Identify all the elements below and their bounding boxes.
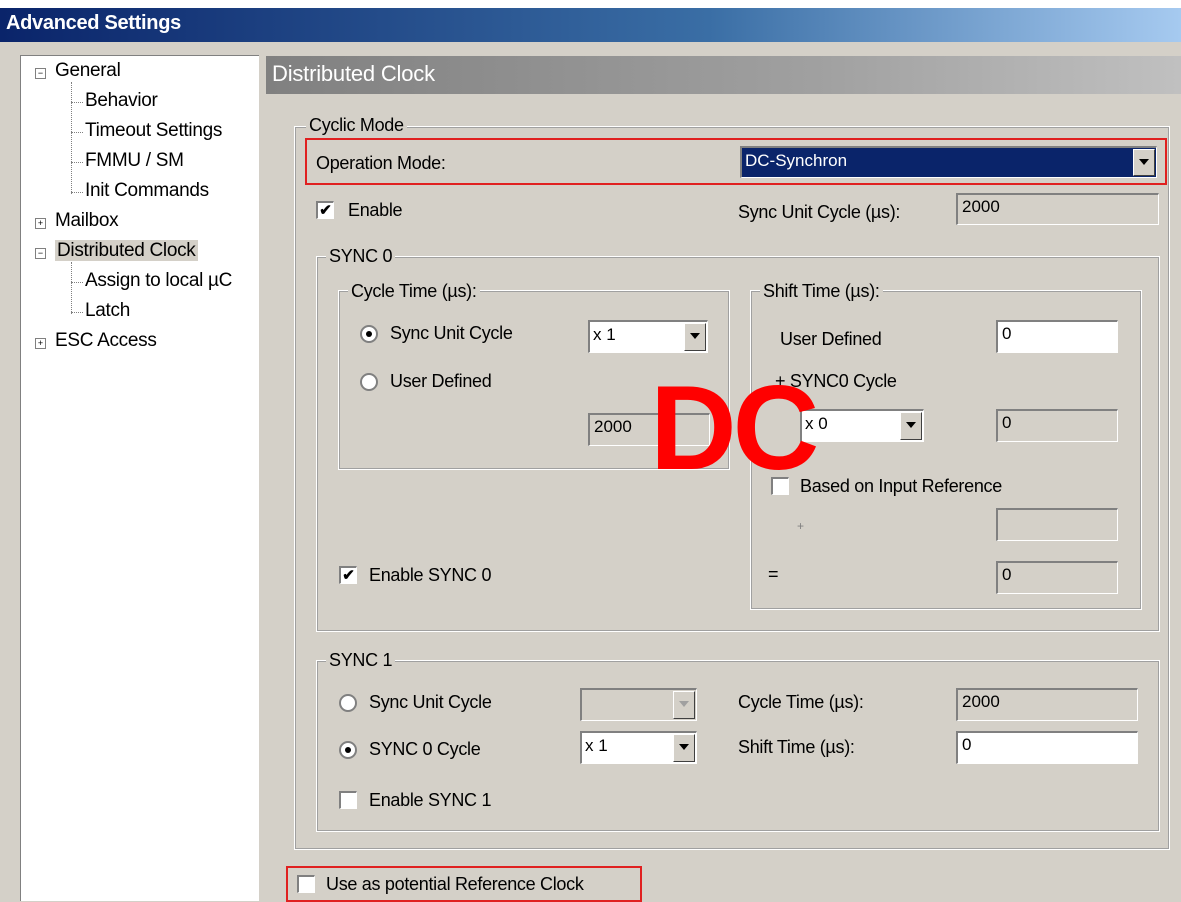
- chevron-down-icon[interactable]: [900, 412, 922, 440]
- sync1-multiplier-value: x 1: [585, 736, 608, 755]
- sync1-shift-time-label: Shift Time (µs):: [738, 737, 855, 757]
- tree-connector: [71, 102, 83, 103]
- sync1-shift-time-field[interactable]: 0: [956, 731, 1138, 764]
- sync1-sync-unit-radio[interactable]: [339, 694, 357, 712]
- expand-icon[interactable]: +: [35, 338, 46, 349]
- based-on-input-label: Based on Input Reference: [800, 476, 1002, 496]
- sync1-sync-unit-select: [580, 688, 697, 721]
- operation-mode-select[interactable]: DC-Synchron: [740, 146, 1157, 178]
- sync0-sync-unit-radio[interactable]: [360, 325, 378, 343]
- expand-icon[interactable]: +: [35, 218, 46, 229]
- operation-mode-label: Operation Mode:: [316, 153, 446, 173]
- tree-connector: [71, 262, 72, 314]
- chevron-down-icon[interactable]: [673, 734, 695, 762]
- panel-header: Distributed Clock: [266, 56, 1181, 94]
- equals-sign: =: [768, 564, 779, 584]
- cyclic-mode-label: Cyclic Mode: [306, 115, 407, 136]
- total-shift-field: 0: [996, 561, 1118, 594]
- tree-connector: [71, 82, 72, 194]
- tree-item-esc-access[interactable]: ESC Access: [55, 330, 157, 352]
- title-bar: Advanced Settings: [0, 8, 1181, 42]
- chevron-down-icon[interactable]: [684, 323, 706, 351]
- sync0-user-defined-radio[interactable]: [360, 373, 378, 391]
- sync1-multiplier-select[interactable]: x 1: [580, 731, 697, 764]
- plus-sign: +: [797, 519, 804, 533]
- shift-user-defined-label: User Defined: [780, 329, 882, 349]
- input-reference-field: [996, 508, 1118, 541]
- sync1-sync0-cycle-radio[interactable]: [339, 741, 357, 759]
- sync0-label: SYNC 0: [326, 246, 396, 267]
- tree-item-init-commands[interactable]: Init Commands: [85, 180, 209, 202]
- tree-connector: [71, 282, 83, 283]
- sync1-sync-unit-label: Sync Unit Cycle: [369, 692, 492, 712]
- sync1-label: SYNC 1: [326, 650, 396, 671]
- tree-item-assign-local-uc[interactable]: Assign to local µC: [85, 270, 232, 292]
- dc-overlay-text: DC: [650, 361, 819, 495]
- sync0-cycle-multiplier-select[interactable]: x 0: [800, 409, 924, 442]
- tree-connector: [71, 192, 83, 193]
- tree-item-general[interactable]: General: [55, 60, 121, 82]
- sync0-cycle-shift-field: 0: [996, 409, 1118, 442]
- enable-label: Enable: [348, 200, 403, 220]
- sync1-cycle-time-label: Cycle Time (µs):: [738, 692, 864, 712]
- tree-connector: [71, 312, 83, 313]
- sync0-cycle-label: Cycle Time (µs):: [348, 281, 480, 302]
- panel-title: Distributed Clock: [272, 61, 435, 86]
- sync0-user-defined-label: User Defined: [390, 371, 492, 391]
- window-title: Advanced Settings: [6, 12, 181, 34]
- reference-clock-checkbox[interactable]: [297, 875, 315, 893]
- tree-item-distributed-clock[interactable]: Distributed Clock: [55, 240, 198, 262]
- sync0-sync-unit-label: Sync Unit Cycle: [390, 323, 513, 343]
- tree-item-latch[interactable]: Latch: [85, 300, 130, 322]
- reference-clock-label: Use as potential Reference Clock: [326, 874, 584, 894]
- sync-unit-cycle-field: 2000: [956, 193, 1159, 225]
- tree-item-behavior[interactable]: Behavior: [85, 90, 158, 112]
- settings-tree: − General Behavior Timeout Settings FMMU…: [20, 55, 259, 901]
- tree-item-timeout-settings[interactable]: Timeout Settings: [85, 120, 222, 142]
- tree-connector: [71, 132, 83, 133]
- sync0-multiplier-value: x 1: [593, 325, 616, 344]
- tree-item-mailbox[interactable]: Mailbox: [55, 210, 119, 232]
- collapse-icon[interactable]: −: [35, 68, 46, 79]
- enable-sync0-label: Enable SYNC 0: [369, 565, 492, 585]
- shift-user-defined-field[interactable]: 0: [996, 320, 1118, 353]
- enable-sync1-checkbox[interactable]: [339, 791, 357, 809]
- operation-mode-value: DC-Synchron: [745, 151, 848, 170]
- tree-item-fmmu-sm[interactable]: FMMU / SM: [85, 150, 184, 172]
- sync-unit-cycle-label: Sync Unit Cycle (µs):: [738, 202, 901, 222]
- sync1-cycle-time-field: 2000: [956, 688, 1138, 721]
- sync1-sync0-cycle-label: SYNC 0 Cycle: [369, 739, 481, 759]
- collapse-icon[interactable]: −: [35, 248, 46, 259]
- enable-sync0-checkbox[interactable]: ✔: [339, 566, 357, 584]
- shift-time-label: Shift Time (µs):: [760, 281, 883, 302]
- enable-checkbox[interactable]: ✔: [316, 201, 334, 219]
- top-strip: [0, 0, 1181, 8]
- sync0-multiplier-select[interactable]: x 1: [588, 320, 708, 353]
- chevron-down-icon: [673, 691, 695, 719]
- chevron-down-icon[interactable]: [1133, 149, 1155, 176]
- enable-sync1-label: Enable SYNC 1: [369, 790, 492, 810]
- tree-connector: [71, 162, 83, 163]
